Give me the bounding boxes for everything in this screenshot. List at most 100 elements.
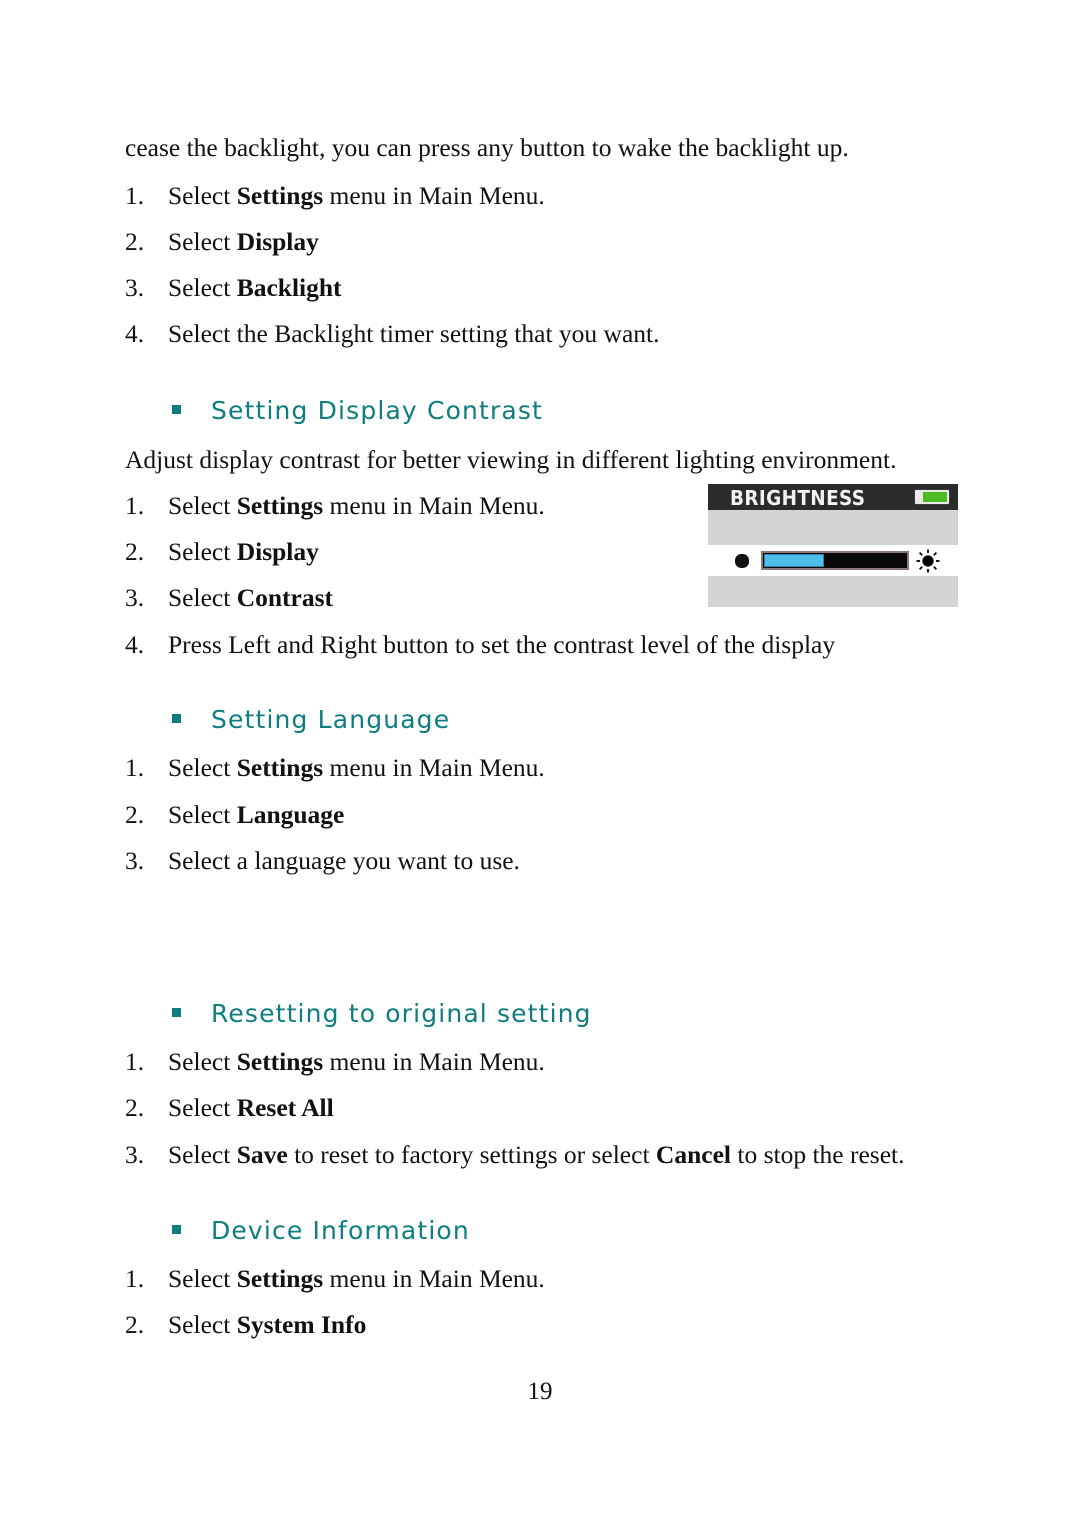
text-bold: Language xyxy=(236,800,345,829)
text-pre: Select xyxy=(168,800,237,829)
selection-dot-icon xyxy=(735,554,749,568)
device-contrast-row xyxy=(708,545,958,576)
heading-setting-language: Setting Language xyxy=(172,705,450,734)
list-number: 2. xyxy=(125,227,145,256)
list-text: Select Settings menu in Main Menu. xyxy=(168,1264,545,1294)
text-pre: Select xyxy=(168,273,237,302)
text-post: menu in Main Menu. xyxy=(323,753,545,782)
list-item: 1. Select Settings menu in Main Menu. xyxy=(125,1047,545,1077)
list-text: Select Display xyxy=(168,227,319,257)
list-text: Select Display xyxy=(168,537,319,567)
text-post: menu in Main Menu. xyxy=(323,491,545,520)
heading-setting-display-contrast: Setting Display Contrast xyxy=(172,396,543,425)
document-page: cease the backlight, you can press any b… xyxy=(0,0,1080,1533)
list-text: Select the Backlight timer setting that … xyxy=(168,319,660,348)
square-bullet-icon xyxy=(172,404,181,414)
text-pre: Select xyxy=(168,753,237,782)
list-text: Select System Info xyxy=(168,1310,366,1340)
text-pre: Select xyxy=(168,181,237,210)
contrast-slider-fill xyxy=(764,554,825,567)
text-bold: Backlight xyxy=(236,273,342,302)
list-item: 2. Select Language xyxy=(125,800,344,830)
brightness-sun-icon xyxy=(916,549,940,573)
text-bold: Save xyxy=(236,1140,288,1169)
list-number: 4. xyxy=(125,319,145,348)
text-bold: Contrast xyxy=(236,583,334,612)
text-bold: Settings xyxy=(236,1264,324,1293)
square-bullet-icon xyxy=(172,1007,181,1017)
list-item: 3. Select Backlight xyxy=(125,273,342,303)
text-post: menu in Main Menu. xyxy=(323,1047,545,1076)
square-bullet-icon xyxy=(172,713,181,723)
list-number: 2. xyxy=(125,537,145,566)
list-number: 3. xyxy=(125,583,145,612)
list-number: 1. xyxy=(125,1264,145,1293)
list-item: 1. Select Settings menu in Main Menu. xyxy=(125,181,545,211)
intro-paragraph: cease the backlight, you can press any b… xyxy=(125,133,849,162)
list-number: 1. xyxy=(125,491,145,520)
text-bold: Settings xyxy=(236,491,324,520)
list-text: Select Settings menu in Main Menu. xyxy=(168,491,545,521)
text-post: to reset to factory settings or select xyxy=(287,1140,656,1169)
list-item: 3. Select a language you want to use. xyxy=(125,846,520,876)
list-text: Select Contrast xyxy=(168,583,333,613)
list-number: 2. xyxy=(125,1310,145,1339)
text-pre: Select xyxy=(168,583,237,612)
text-pre: Select xyxy=(168,1047,237,1076)
text-bold: Settings xyxy=(236,181,324,210)
text-post-2: to stop the reset. xyxy=(730,1140,905,1169)
heading-label: Setting Display Contrast xyxy=(211,396,543,425)
battery-nub xyxy=(910,494,914,501)
list-number: 1. xyxy=(125,1047,145,1076)
text-pre: Select xyxy=(168,1310,237,1339)
heading-resetting-to-original-setting: Resetting to original setting xyxy=(172,999,592,1028)
list-text: Select Save to reset to factory settings… xyxy=(168,1140,905,1170)
list-number: 3. xyxy=(125,846,145,875)
list-item: 1. Select Settings menu in Main Menu. xyxy=(125,491,545,521)
page-number: 19 xyxy=(527,1378,553,1405)
list-text: Press Left and Right button to set the c… xyxy=(168,630,836,659)
list-item: 2. Select Reset All xyxy=(125,1093,334,1123)
text-pre: Select xyxy=(168,227,237,256)
device-band-top xyxy=(708,510,958,545)
list-text: Select Backlight xyxy=(168,273,342,303)
device-band-bottom xyxy=(708,576,958,607)
list-text: Select a language you want to use. xyxy=(168,846,520,875)
text-post: menu in Main Menu. xyxy=(323,181,545,210)
list-text: Select Settings menu in Main Menu. xyxy=(168,1047,545,1077)
device-title-bar: BRIGHTNESS xyxy=(708,484,958,510)
list-item: 2. Select Display xyxy=(125,227,319,257)
list-number: 2. xyxy=(125,800,145,829)
device-title-label: BRIGHTNESS xyxy=(730,486,866,510)
list-item: 1. Select Settings menu in Main Menu. xyxy=(125,753,545,783)
heading-label: Device Information xyxy=(211,1216,470,1245)
text-bold: Settings xyxy=(236,1047,324,1076)
list-number: 3. xyxy=(125,1140,145,1169)
text-bold-2: Cancel xyxy=(655,1140,731,1169)
heading-device-information: Device Information xyxy=(172,1216,470,1245)
text-bold: System Info xyxy=(236,1310,367,1339)
text-pre: Select xyxy=(168,537,237,566)
list-text: Select Reset All xyxy=(168,1093,334,1123)
text-pre: Select xyxy=(168,491,237,520)
contrast-slider[interactable] xyxy=(761,551,909,570)
text-pre: Select xyxy=(168,1093,237,1122)
list-item: 2. Select System Info xyxy=(125,1310,366,1340)
list-text: Select Settings menu in Main Menu. xyxy=(168,181,545,211)
text-bold: Display xyxy=(236,537,319,566)
list-number: 1. xyxy=(125,181,145,210)
list-number: 4. xyxy=(125,630,145,659)
list-number: 3. xyxy=(125,273,145,302)
list-text: Select Language xyxy=(168,800,344,830)
text-bold: Settings xyxy=(236,753,324,782)
battery-icon xyxy=(910,489,950,505)
list-item: 2. Select Display xyxy=(125,537,319,567)
text-post: menu in Main Menu. xyxy=(323,1264,545,1293)
text-bold: Reset All xyxy=(236,1093,334,1122)
heading-label: Setting Language xyxy=(211,705,451,734)
text-pre: Select xyxy=(168,1264,237,1293)
heading-label: Resetting to original setting xyxy=(211,999,592,1028)
text-pre: Select xyxy=(168,1140,237,1169)
list-number: 2. xyxy=(125,1093,145,1122)
list-item: 3. Select Contrast xyxy=(125,583,333,613)
